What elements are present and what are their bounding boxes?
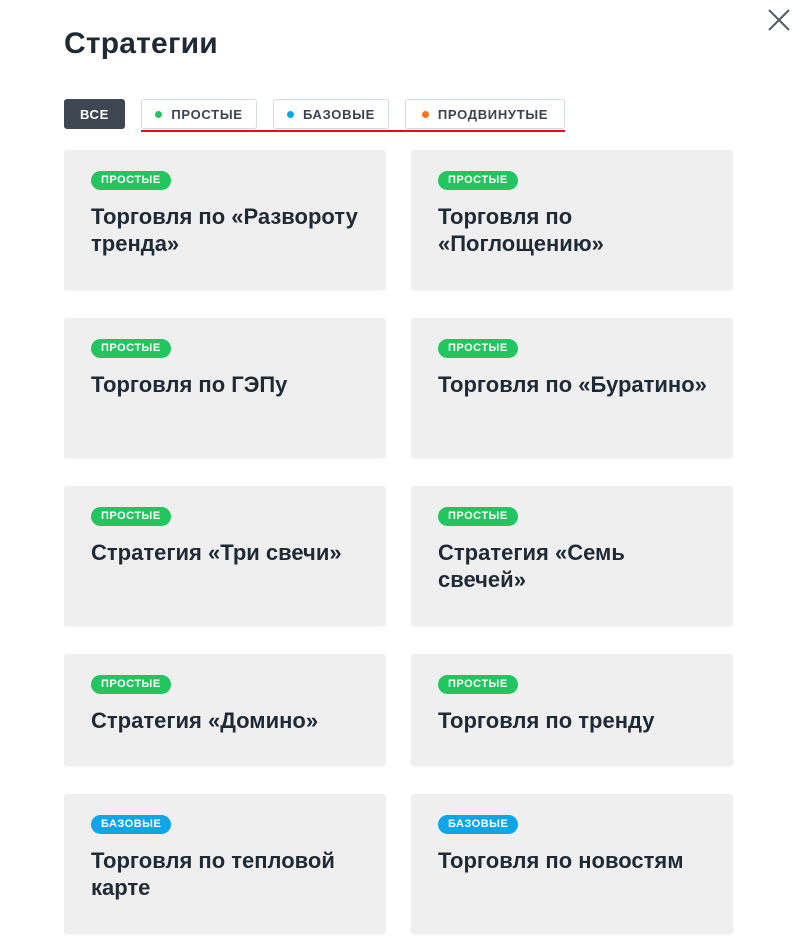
- category-badge: ПРОСТЫЕ: [91, 507, 171, 526]
- category-badge: ПРОСТЫЕ: [91, 171, 171, 190]
- category-badge: ПРОСТЫЕ: [438, 339, 518, 358]
- strategy-card[interactable]: ПРОСТЫЕ Стратегия «Домино»: [64, 654, 386, 766]
- orange-dot-icon: [421, 110, 429, 118]
- strategy-card[interactable]: ПРОСТЫЕ Торговля по «Буратино»: [411, 318, 733, 458]
- filter-label: ПРОДВИНУТЫЕ: [437, 106, 549, 122]
- strategy-card[interactable]: БАЗОВЫЕ Торговля по тепловой карте: [64, 794, 386, 934]
- card-title: Торговля по «Развороту тренда»: [91, 204, 358, 256]
- page-title: Стратегии: [64, 27, 218, 60]
- filter-basic-button[interactable]: БАЗОВЫЕ: [273, 99, 389, 129]
- card-title: Стратегия «Семь свечей»: [438, 540, 625, 592]
- category-badge: ПРОСТЫЕ: [91, 675, 171, 694]
- filter-label: ПРОСТЫЕ: [171, 106, 243, 122]
- filter-label: ВСЕ: [79, 106, 110, 122]
- card-title: Торговля по новостям: [438, 848, 684, 873]
- filter-all-button[interactable]: ВСЕ: [64, 99, 125, 129]
- card-title: Торговля по «Буратино»: [438, 372, 707, 397]
- card-title: Торговля по ГЭПу: [91, 372, 288, 397]
- card-title: Торговля по тренду: [438, 708, 655, 733]
- category-badge: ПРОСТЫЕ: [438, 507, 518, 526]
- card-title: Стратегия «Три свечи»: [91, 540, 342, 565]
- strategy-card[interactable]: ПРОСТЫЕ Торговля по «Развороту тренда»: [64, 150, 386, 290]
- card-title: Стратегия «Домино»: [91, 708, 319, 733]
- card-title: Торговля по тепловой карте: [91, 848, 335, 900]
- card-title: Торговля по «Поглощению»: [438, 204, 604, 256]
- strategy-card[interactable]: ПРОСТЫЕ Торговля по «Поглощению»: [411, 150, 733, 290]
- blue-dot-icon: [286, 110, 294, 118]
- category-badge: ПРОСТЫЕ: [438, 675, 518, 694]
- category-badge: ПРОСТЫЕ: [91, 339, 171, 358]
- strategy-card[interactable]: ПРОСТЫЕ Стратегия «Семь свечей»: [411, 486, 733, 626]
- category-badge: БАЗОВЫЕ: [91, 815, 172, 834]
- filter-simple-button[interactable]: ПРОСТЫЕ: [141, 99, 257, 129]
- strategy-card[interactable]: БАЗОВЫЕ Торговля по новостям: [411, 794, 733, 934]
- close-icon: [768, 9, 790, 31]
- filter-underline: [141, 130, 565, 132]
- strategy-card[interactable]: ПРОСТЫЕ Стратегия «Три свечи»: [64, 486, 386, 626]
- strategy-card[interactable]: ПРОСТЫЕ Торговля по ГЭПу: [64, 318, 386, 458]
- category-badge: ПРОСТЫЕ: [438, 171, 518, 190]
- close-button[interactable]: [766, 7, 792, 33]
- filter-label: БАЗОВЫЕ: [302, 106, 375, 122]
- green-dot-icon: [155, 110, 163, 118]
- category-badge: БАЗОВЫЕ: [438, 815, 519, 834]
- strategy-card[interactable]: ПРОСТЫЕ Торговля по тренду: [411, 654, 733, 766]
- filter-advanced-button[interactable]: ПРОДВИНУТЫЕ: [405, 99, 565, 129]
